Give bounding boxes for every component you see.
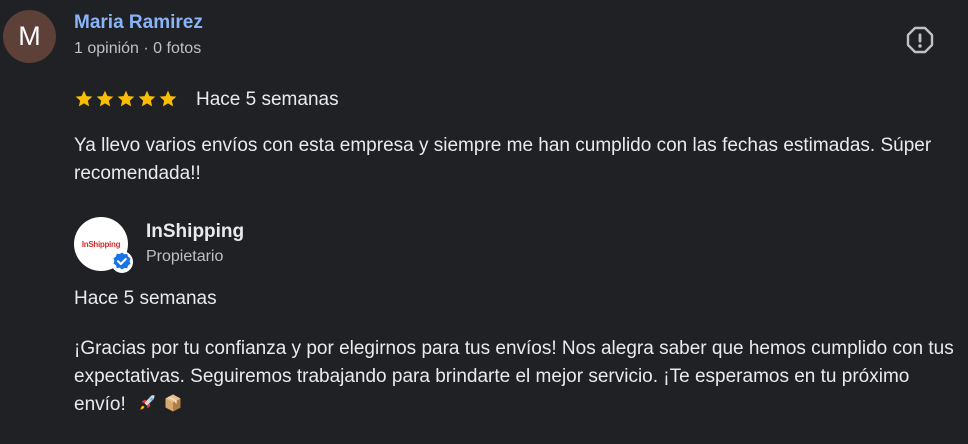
star-rating [74,89,178,109]
reply-text-block: ¡Gracias por tu confianza y por elegirno… [74,335,954,419]
reviewer-name[interactable]: Maria Ramirez [74,12,203,34]
star-icon [96,90,114,107]
owner-name[interactable]: InShipping [146,221,244,243]
star-icon [75,90,93,107]
rocket-icon [140,395,155,410]
reviewer-meta: 1 opinión · 0 fotos [74,40,202,57]
verified-check-icon [111,251,133,273]
star-icon [138,90,156,107]
report-button[interactable] [905,25,935,55]
reply-text: ¡Gracias por tu confianza y por elegirno… [74,338,954,415]
review-date: Hace 5 semanas [196,89,339,110]
report-flag-icon [906,26,934,54]
owner-logo-text: InShipping [81,239,121,249]
star-icon [159,90,177,107]
review-text: Ya llevo varios envíos con esta empresa … [74,135,932,184]
avatar-letter: M [18,21,41,51]
reviewer-avatar[interactable]: M [3,10,56,63]
reply-date: Hace 5 semanas [74,288,217,309]
owner-role: Propietario [146,248,224,265]
star-icon [117,90,135,107]
owner-logo: InShipping [81,239,121,249]
package-icon [165,394,181,412]
